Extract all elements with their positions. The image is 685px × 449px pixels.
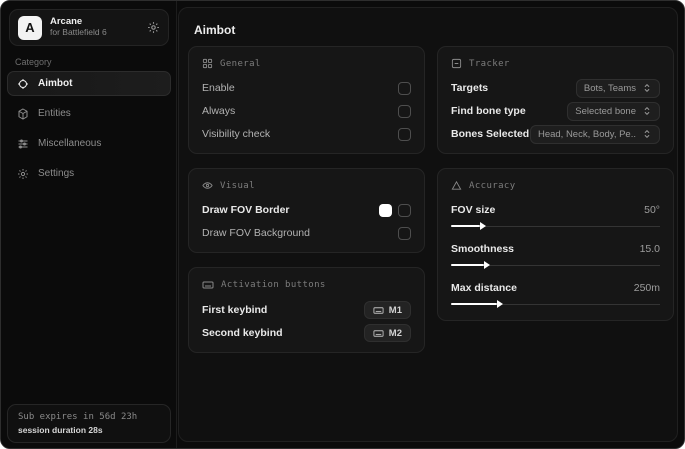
setting-label: Second keybind [202, 327, 283, 339]
activation-buttons-card: Activation buttons First keybind M1 Seco… [188, 267, 425, 353]
sidebar-item-miscellaneous[interactable]: Miscellaneous [7, 131, 171, 156]
sidebar-item-label: Entities [38, 108, 71, 119]
setting-row: Visibility check [202, 126, 411, 142]
smoothness-slider[interactable] [451, 260, 660, 270]
keybind-value: M1 [388, 304, 402, 316]
unfold-icon [642, 129, 652, 139]
setting-label: First keybind [202, 304, 268, 316]
always-checkbox[interactable] [398, 104, 411, 118]
dropdown-value: Head, Neck, Body, Pe.. [537, 128, 636, 140]
unfold-icon [642, 106, 652, 116]
main-panel: Aimbot General Enable Always Visibility … [178, 7, 678, 442]
gear-icon[interactable] [147, 21, 160, 34]
enable-checkbox[interactable] [398, 81, 411, 95]
visibility-check-checkbox[interactable] [398, 127, 411, 141]
setting-label: Enable [202, 82, 235, 94]
setting-row: First keybind M1 [202, 301, 411, 319]
slider-block: Max distance 250m [451, 280, 660, 309]
keybind-value: M2 [388, 327, 402, 339]
crosshair-icon [17, 78, 29, 90]
session-duration: session duration 28s [18, 425, 103, 435]
setting-label: Always [202, 105, 236, 117]
accuracy-card: Accuracy FOV size 50° Smoothness 15.0 Ma… [437, 168, 674, 321]
slider-fill [451, 300, 503, 308]
unfold-icon [642, 83, 652, 93]
slider-block: FOV size 50° [451, 202, 660, 231]
app-window: A Arcane for Battlefield 6 Category Aimb… [0, 0, 685, 449]
sliders-icon [17, 138, 29, 150]
brand-card: A Arcane for Battlefield 6 [9, 9, 169, 46]
setting-row: Find bone type Selected bone [451, 101, 660, 121]
setting-row: Targets Bots, Teams [451, 78, 660, 98]
entities-icon [17, 107, 29, 120]
slider-value: 250m [633, 281, 660, 294]
category-label: Category [15, 57, 52, 67]
setting-row: Always [202, 103, 411, 119]
bones-selected-dropdown[interactable]: Head, Neck, Body, Pe.. [529, 124, 660, 144]
slider-fill [451, 222, 487, 230]
setting-row: Bones Selected Head, Neck, Body, Pe.. [451, 124, 660, 144]
setting-row: Draw FOV Background [202, 225, 411, 241]
app-subtitle: for Battlefield 6 [50, 27, 107, 38]
slider-fill [451, 261, 491, 269]
setting-row: Enable [202, 80, 411, 96]
setting-row: Draw FOV Border [202, 202, 411, 218]
draw-fov-border-checkbox[interactable] [398, 203, 411, 217]
sidebar-item-label: Settings [38, 168, 75, 179]
general-card: General Enable Always Visibility check [188, 46, 425, 154]
app-logo: A [18, 15, 42, 40]
setting-label: Visibility check [202, 128, 271, 140]
dropdown-value: Selected bone [575, 105, 636, 117]
setting-label: Smoothness [451, 242, 515, 255]
gear-icon [17, 168, 29, 180]
sidebar-nav: Aimbot Entities Miscellaneous Settings [7, 71, 171, 186]
max-distance-slider[interactable] [451, 299, 660, 309]
setting-label: FOV size [451, 203, 496, 216]
card-title: Visual [220, 180, 255, 191]
sidebar-item-settings[interactable]: Settings [7, 161, 171, 186]
setting-label: Find bone type [451, 105, 526, 117]
fov-border-color-swatch[interactable] [379, 203, 392, 217]
page-title: Aimbot [194, 23, 236, 37]
setting-label: Bones Selected [451, 128, 530, 140]
card-title: Tracker [469, 58, 510, 69]
draw-fov-background-checkbox[interactable] [398, 226, 411, 240]
targets-dropdown[interactable]: Bots, Teams [575, 78, 660, 98]
setting-label: Targets [451, 82, 489, 94]
sidebar-item-aimbot[interactable]: Aimbot [7, 71, 171, 96]
slider-block: Smoothness 15.0 [451, 241, 660, 270]
keyboard-icon [373, 305, 384, 316]
card-title: General [220, 58, 261, 69]
fov-size-slider[interactable] [451, 221, 660, 231]
find-bone-type-dropdown[interactable]: Selected bone [567, 101, 660, 121]
setting-label: Max distance [451, 281, 517, 294]
eye-icon [202, 180, 213, 191]
setting-row: Second keybind M2 [202, 324, 411, 342]
right-column: Tracker Targets Bots, Teams Find bone ty… [437, 46, 674, 321]
triangle-icon [451, 180, 462, 191]
dropdown-value: Bots, Teams [583, 82, 636, 94]
first-keybind-button[interactable]: M1 [363, 301, 411, 319]
sidebar-item-label: Aimbot [38, 78, 73, 89]
sidebar-item-label: Miscellaneous [38, 138, 102, 149]
card-title: Accuracy [469, 180, 516, 191]
target-box-icon [451, 58, 462, 69]
tracker-card: Tracker Targets Bots, Teams Find bone ty… [437, 46, 674, 154]
keyboard-icon [373, 328, 384, 339]
grid-icon [202, 58, 213, 69]
second-keybind-button[interactable]: M2 [363, 324, 411, 342]
sidebar-item-entities[interactable]: Entities [7, 101, 171, 126]
subscription-card: Sub expires in 56d 23h session duration … [7, 404, 171, 443]
setting-label: Draw FOV Border [202, 204, 290, 216]
left-column: General Enable Always Visibility check V… [188, 46, 425, 353]
setting-label: Draw FOV Background [202, 227, 310, 239]
slider-value: 15.0 [639, 242, 660, 255]
subscription-expires: Sub expires in 56d 23h [18, 412, 138, 422]
slider-value: 50° [644, 203, 660, 216]
sidebar: A Arcane for Battlefield 6 Category Aimb… [1, 1, 177, 448]
visual-card: Visual Draw FOV Border Draw FOV Backgrou… [188, 168, 425, 253]
keyboard-icon [202, 279, 214, 291]
card-title: Activation buttons [221, 280, 326, 290]
